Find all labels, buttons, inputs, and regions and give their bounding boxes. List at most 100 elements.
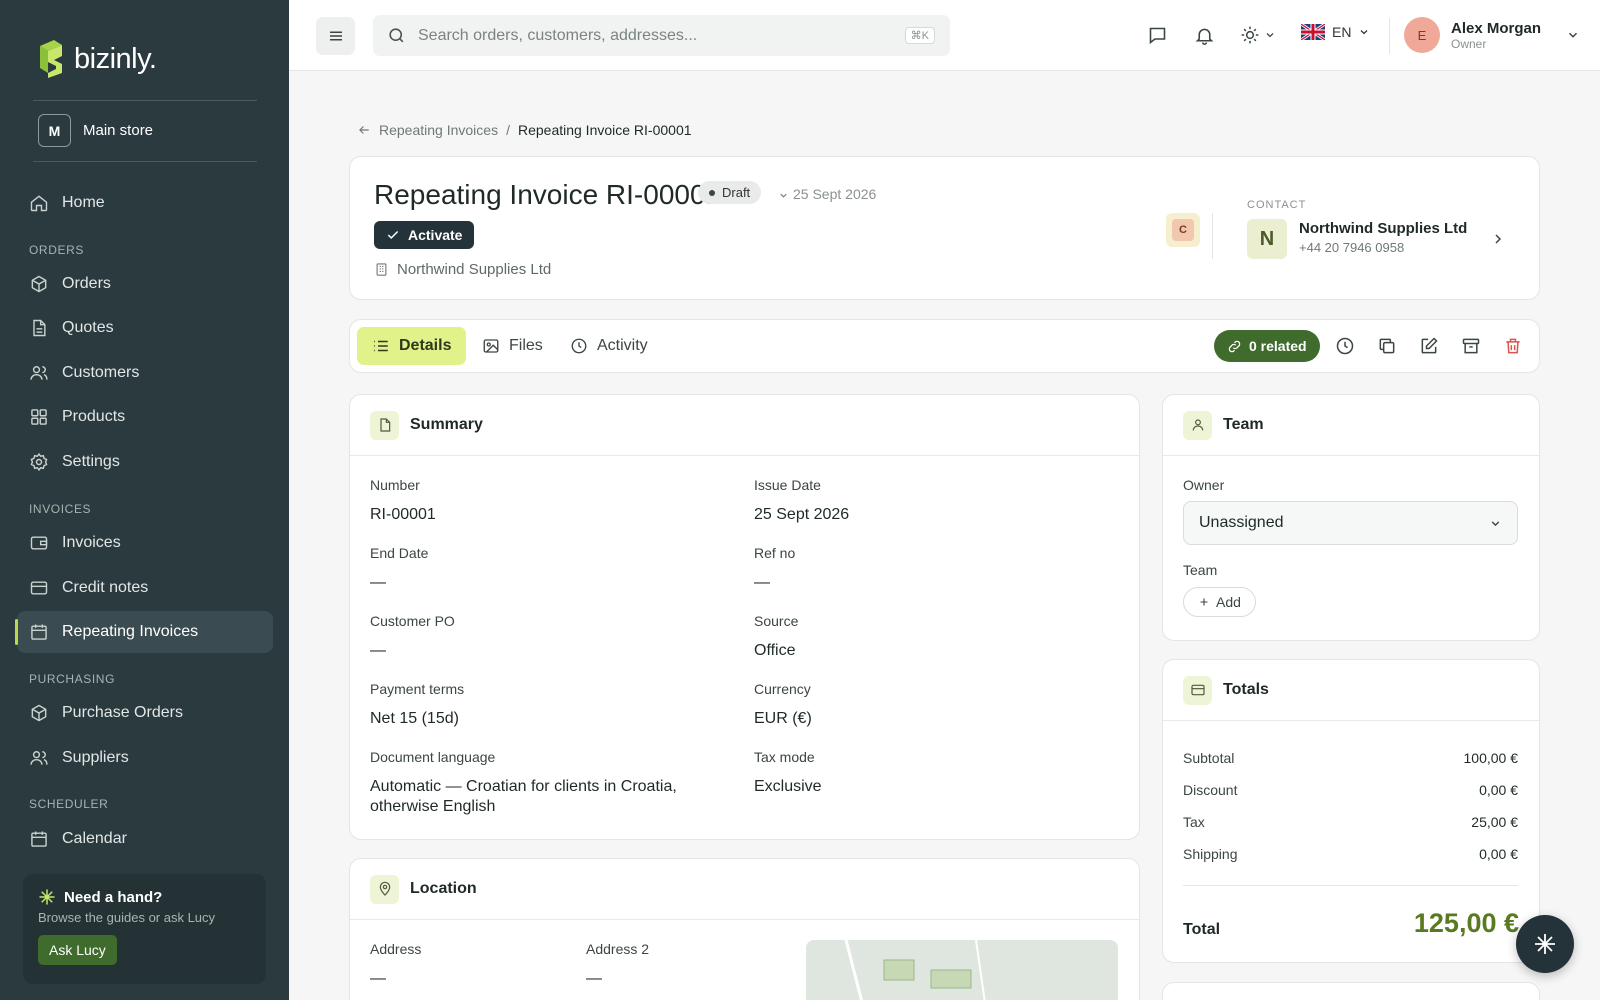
language-selector[interactable]: EN <box>1301 24 1370 40</box>
link-icon <box>1228 340 1241 352</box>
team-title: Team <box>1223 416 1264 433</box>
contact-badge[interactable]: C <box>1166 213 1200 247</box>
related-label: 0 related <box>1249 338 1307 354</box>
next-card <box>1162 982 1540 1000</box>
arrow-left-icon[interactable] <box>357 123 371 137</box>
totals-row-discount: Discount 0,00 € <box>1183 782 1518 798</box>
company-link[interactable]: Northwind Supplies Ltd <box>374 261 551 278</box>
divider <box>33 100 257 101</box>
sidebar-item-repeating-invoices[interactable]: Repeating Invoices <box>15 611 273 653</box>
store-name: Main store <box>83 122 154 139</box>
section-label-purchasing: PURCHASING <box>29 672 116 686</box>
company-name: Northwind Supplies Ltd <box>397 261 552 278</box>
chat-icon[interactable] <box>1147 25 1168 46</box>
menu-toggle-button[interactable] <box>316 17 355 55</box>
tab-files[interactable]: Files <box>467 327 558 365</box>
logo[interactable]: bizinly. <box>36 40 157 78</box>
search-bar[interactable]: ⌘K <box>373 15 950 56</box>
sidebar-item-label: Home <box>62 194 105 211</box>
history-icon[interactable] <box>1335 336 1355 356</box>
help-card: Need a hand? Browse the guides or ask Lu… <box>23 874 266 984</box>
add-label: Add <box>1216 594 1241 610</box>
status-dot <box>709 189 715 196</box>
owner-select-value: Unassigned <box>1199 514 1284 531</box>
sidebar-item-credit-notes[interactable]: Credit notes <box>17 567 273 609</box>
contact-avatar: N <box>1247 219 1287 259</box>
divider <box>1212 213 1213 259</box>
address2-value: — <box>586 970 602 987</box>
sidebar-item-products[interactable]: Products <box>17 396 273 438</box>
bell-icon[interactable] <box>1194 25 1215 46</box>
edit-icon[interactable] <box>1419 336 1439 356</box>
sidebar-item-orders[interactable]: Orders <box>17 263 273 305</box>
status-badge[interactable]: Draft <box>698 181 762 204</box>
related-button[interactable]: 0 related <box>1214 330 1320 362</box>
map-preview[interactable] <box>806 940 1118 1000</box>
search-input[interactable] <box>418 26 888 45</box>
header-date: 25 Sept 2026 <box>793 186 877 202</box>
row-value: 0,00 € <box>1479 846 1518 862</box>
location-card: Location Address — Address 2 — <box>349 858 1140 1000</box>
divider <box>1183 885 1518 886</box>
sidebar-item-quotes[interactable]: Quotes <box>17 307 273 349</box>
contact-label: CONTACT <box>1247 199 1307 211</box>
sidebar-item-home[interactable]: Home <box>17 182 273 224</box>
currency-label: Currency <box>754 681 811 697</box>
help-title-text: Need a hand? <box>64 888 163 906</box>
language-code: EN <box>1332 24 1352 40</box>
row-label: Shipping <box>1183 846 1238 862</box>
sidebar-item-suppliers[interactable]: Suppliers <box>17 737 273 779</box>
sidebar-item-settings[interactable]: Settings <box>17 441 273 483</box>
tab-details[interactable]: Details <box>357 327 467 365</box>
duplicate-icon[interactable] <box>1377 336 1397 356</box>
source-value: Office <box>754 642 796 659</box>
chevron-right-icon[interactable] <box>1490 231 1506 247</box>
users-icon <box>30 751 48 765</box>
sidebar-item-purchase-orders[interactable]: Purchase Orders <box>17 692 273 734</box>
divider <box>1389 18 1390 54</box>
tabs-bar: Details Files Activity 0 related <box>349 319 1540 373</box>
currency-value: EUR (€) <box>754 710 812 727</box>
payment-terms-label: Payment terms <box>370 681 465 697</box>
user-menu[interactable]: E Alex Morgan Owner <box>1404 17 1580 53</box>
add-team-button[interactable]: Add <box>1183 587 1256 617</box>
issue-date-value: 25 Sept 2026 <box>754 506 850 523</box>
ref-no-label: Ref no <box>754 545 796 561</box>
tab-activity[interactable]: Activity <box>555 327 663 365</box>
theme-toggle[interactable] <box>1240 25 1276 45</box>
row-label: Tax <box>1183 814 1205 830</box>
store-switcher[interactable]: M Main store <box>38 114 153 147</box>
box-icon <box>31 704 47 722</box>
team-label: Team <box>1183 562 1218 578</box>
wallet-icon <box>1183 675 1212 705</box>
team-header: Team <box>1163 395 1539 456</box>
sidebar-item-calendar[interactable]: Calendar <box>17 818 273 860</box>
sidebar: bizinly. M Main store Home ORDERS Orders… <box>0 0 289 1000</box>
totals-card: Totals Subtotal 100,00 € Discount 0,00 €… <box>1162 659 1540 963</box>
activate-button[interactable]: Activate <box>374 221 475 249</box>
assistant-fab-button[interactable] <box>1516 915 1574 973</box>
user-role: Owner <box>1451 36 1487 51</box>
sparkle-icon <box>1535 934 1555 954</box>
totals-row-tax: Tax 25,00 € <box>1183 814 1518 830</box>
search-icon <box>389 28 404 43</box>
totals-row-subtotal: Subtotal 100,00 € <box>1183 750 1518 766</box>
tab-label: Activity <box>597 337 648 354</box>
sidebar-item-label: Orders <box>62 275 111 292</box>
breadcrumb-parent[interactable]: Repeating Invoices <box>379 122 498 138</box>
totals-title: Totals <box>1223 681 1269 698</box>
trash-icon[interactable] <box>1503 336 1523 356</box>
row-value: 100,00 € <box>1463 750 1519 766</box>
owner-label: Owner <box>1183 477 1225 493</box>
sidebar-item-label: Settings <box>62 453 120 470</box>
sidebar-item-customers[interactable]: Customers <box>17 352 273 394</box>
sun-icon <box>1241 26 1259 44</box>
chevron-down-icon[interactable] <box>778 190 789 201</box>
sidebar-item-invoices[interactable]: Invoices <box>17 522 273 564</box>
user-name: Alex Morgan <box>1451 19 1542 37</box>
archive-icon[interactable] <box>1461 336 1481 356</box>
ask-lucy-button[interactable]: Ask Lucy <box>38 935 117 965</box>
contact-name[interactable]: Northwind Supplies Ltd <box>1299 220 1467 237</box>
owner-select[interactable]: Unassigned <box>1183 501 1518 545</box>
sidebar-item-label: Products <box>62 408 126 425</box>
